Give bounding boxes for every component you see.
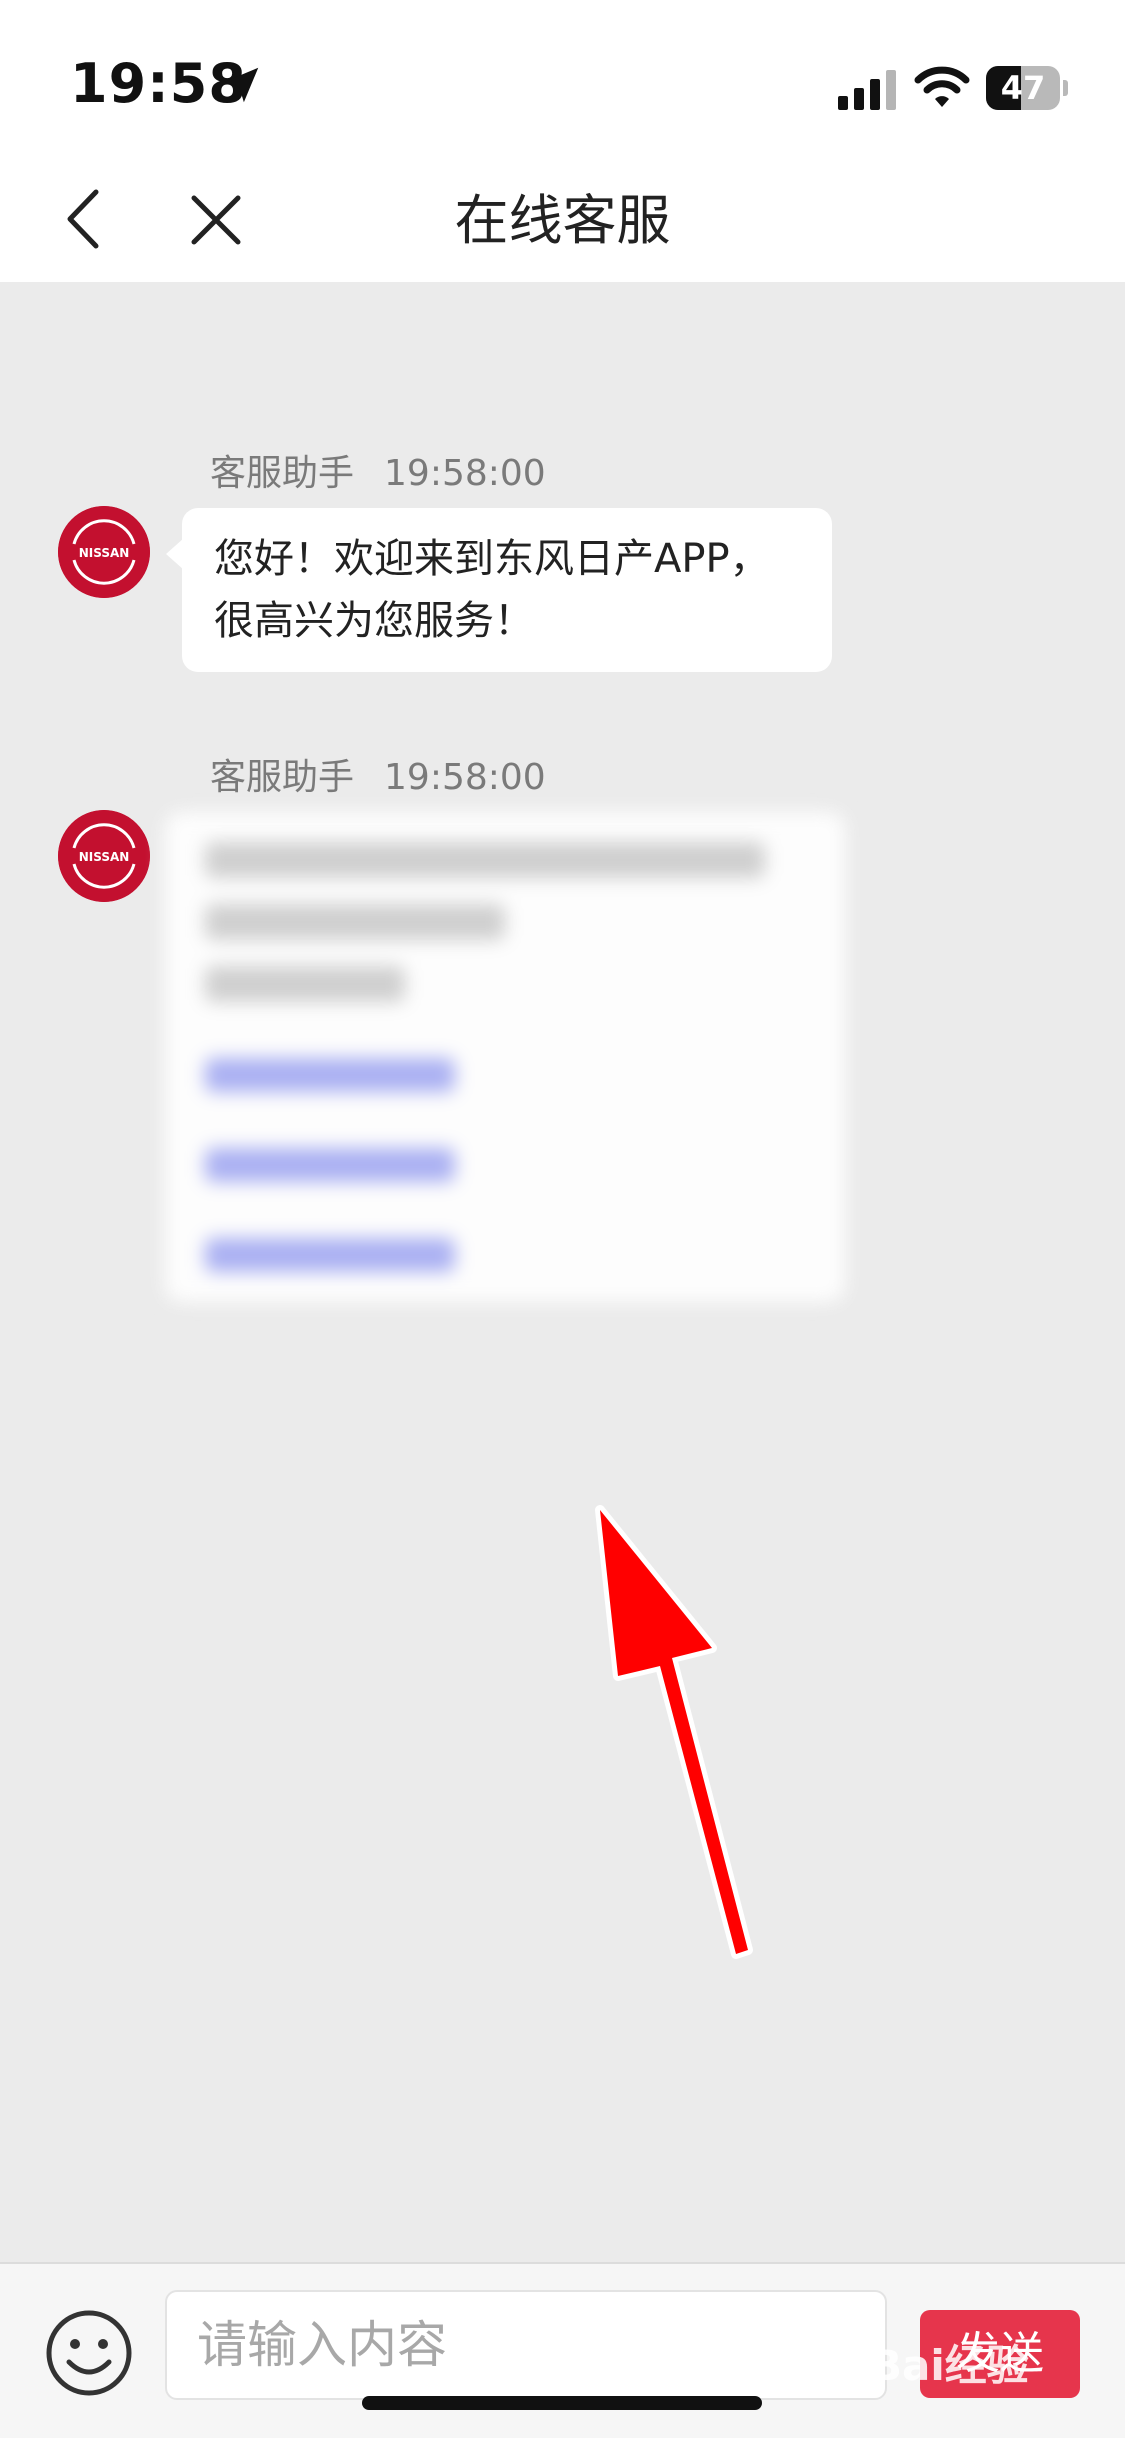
annotation-arrow xyxy=(595,1505,753,1959)
message-meta: 客服助手 19:58:00 xyxy=(210,748,546,800)
sender-name: 客服助手 xyxy=(210,757,355,798)
watermark: Bai经验 xyxy=(870,2341,1029,2390)
nav-bar: 在线客服 xyxy=(0,160,1125,282)
nissan-logo-icon: NISSAN xyxy=(58,506,150,598)
battery-level: 47 xyxy=(1000,69,1046,107)
chevron-left-icon[interactable] xyxy=(56,184,116,254)
nissan-logo-icon: NISSAN xyxy=(58,810,150,902)
message-bubble[interactable]: 您好！欢迎来到东风日产APP，很高兴为您服务！ xyxy=(166,508,832,672)
home-indicator xyxy=(362,2396,762,2410)
wifi-icon xyxy=(914,66,970,107)
sender-name: 客服助手 xyxy=(210,453,355,494)
message-time: 19:58:00 xyxy=(384,757,546,798)
svg-text:NISSAN: NISSAN xyxy=(79,546,130,560)
svg-text:NISSAN: NISSAN xyxy=(79,850,130,864)
message-input[interactable]: 请输入内容 xyxy=(165,2290,887,2400)
message-time: 19:58:00 xyxy=(384,453,546,494)
input-placeholder: 请输入内容 xyxy=(197,2316,447,2374)
status-bar: 19:58 47 xyxy=(0,0,1125,160)
location-arrow-icon xyxy=(223,67,259,103)
battery-icon: 47 xyxy=(986,66,1068,110)
blurred-message-bubble xyxy=(165,812,845,1302)
cellular-signal-icon xyxy=(838,70,896,110)
page-title: 在线客服 xyxy=(454,189,671,252)
avatar[interactable]: NISSAN xyxy=(58,810,150,902)
close-icon[interactable] xyxy=(186,190,246,250)
avatar[interactable]: NISSAN xyxy=(58,506,150,598)
message-text: 您好！欢迎来到东风日产APP，很高兴为您服务！ xyxy=(214,536,770,644)
smiley-icon[interactable] xyxy=(44,2308,134,2398)
message-meta: 客服助手 19:58:00 xyxy=(210,444,546,496)
